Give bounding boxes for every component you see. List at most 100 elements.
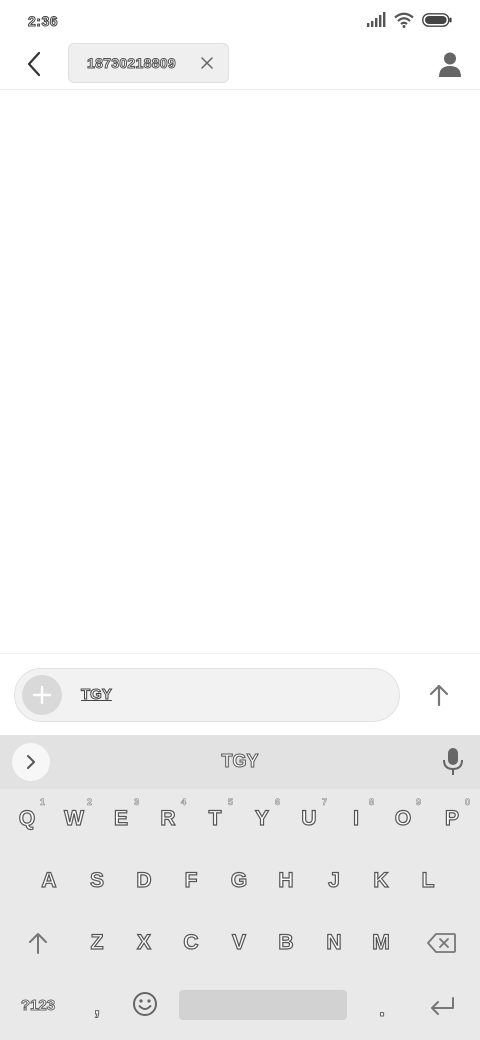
key-j[interactable]: J [314, 859, 354, 903]
arrow-up-icon [429, 684, 449, 707]
key-x[interactable]: X [124, 921, 164, 965]
emoji-icon [133, 992, 157, 1016]
key-label: G [230, 868, 248, 892]
key-u[interactable]: U7 [289, 797, 329, 841]
backspace-key[interactable] [420, 921, 464, 965]
key-label: L [421, 868, 435, 892]
key-hint: 1 [39, 797, 46, 808]
comma-key[interactable]: , [82, 985, 112, 1029]
chevron-left-icon [27, 51, 41, 77]
key-n[interactable]: N [314, 921, 354, 965]
status-time: 2:36 [27, 13, 59, 30]
key-a[interactable]: A [29, 859, 69, 903]
period-key-label: . [378, 996, 386, 1022]
key-label: X [136, 930, 151, 954]
suggestion-bar: TGY [0, 735, 480, 789]
key-t[interactable]: T5 [195, 797, 235, 841]
key-o[interactable]: O9 [383, 797, 423, 841]
key-label: E [113, 806, 128, 830]
send-button[interactable] [420, 676, 458, 714]
close-icon[interactable] [200, 56, 214, 70]
comma-key-label: , [93, 994, 101, 1020]
enter-icon [431, 997, 454, 1015]
key-e[interactable]: E3 [101, 797, 141, 841]
message-area [0, 91, 480, 653]
message-input[interactable]: TGY [14, 668, 400, 722]
key-hint: 3 [133, 797, 140, 808]
key-hint: 6 [274, 797, 281, 808]
key-label: T [208, 806, 222, 830]
key-label: Y [254, 806, 269, 830]
key-m[interactable]: M [361, 921, 401, 965]
key-label: O [394, 806, 412, 830]
recipient-chip[interactable]: 18730218809 [68, 43, 229, 83]
status-icons [366, 12, 452, 28]
status-bar: 2:36 [0, 0, 480, 42]
add-attachment-button[interactable] [22, 675, 62, 715]
key-label: K [373, 868, 389, 892]
backspace-icon [427, 933, 456, 953]
enter-key[interactable] [422, 987, 462, 1025]
plus-icon [32, 685, 52, 705]
key-hint: 9 [415, 797, 422, 808]
key-label: J [328, 868, 341, 892]
key-hint: 4 [180, 797, 187, 808]
message-text: TGY [81, 686, 113, 704]
key-label: V [231, 930, 246, 954]
key-r[interactable]: R4 [148, 797, 188, 841]
key-label: H [278, 868, 294, 892]
key-k[interactable]: K [361, 859, 401, 903]
compose-bar: TGY [0, 653, 480, 735]
key-label: S [89, 868, 104, 892]
battery-icon [422, 13, 452, 27]
key-s[interactable]: S [77, 859, 117, 903]
key-label: C [183, 930, 199, 954]
recipient-number: 18730218809 [87, 55, 177, 72]
space-key[interactable] [179, 990, 347, 1020]
key-label: Z [90, 930, 104, 954]
key-b[interactable]: B [266, 921, 306, 965]
microphone-icon[interactable] [440, 747, 466, 777]
key-z[interactable]: Z [77, 921, 117, 965]
key-hint: 5 [227, 797, 234, 808]
emoji-key[interactable] [126, 985, 164, 1023]
key-label: D [136, 868, 152, 892]
conversation-header: 18730218809 [0, 42, 480, 90]
key-label: U [301, 806, 317, 830]
key-label: N [326, 930, 342, 954]
key-w[interactable]: W2 [54, 797, 94, 841]
shift-key[interactable] [18, 921, 58, 965]
shift-arrow-icon [29, 933, 47, 954]
key-v[interactable]: V [219, 921, 259, 965]
key-g[interactable]: G [219, 859, 259, 903]
wifi-icon [394, 12, 414, 28]
key-p[interactable]: P0 [432, 797, 472, 841]
period-key[interactable]: . [366, 987, 398, 1031]
key-c[interactable]: C [171, 921, 211, 965]
key-label: B [278, 930, 294, 954]
symbols-key-label: ?123 [20, 996, 56, 1014]
key-q[interactable]: Q1 [7, 797, 47, 841]
key-hint: 7 [321, 797, 328, 808]
key-label: R [160, 806, 176, 830]
suggestion-word[interactable]: TGY [0, 751, 480, 772]
key-l[interactable]: L [408, 859, 448, 903]
key-label: Q [18, 806, 36, 830]
key-label: I [352, 806, 359, 830]
key-hint: 2 [86, 797, 93, 808]
key-label: W [63, 806, 84, 830]
key-i[interactable]: I8 [336, 797, 376, 841]
keyboard: TGY Q1 W2 E3 R4 T5 Y6 U7 I8 O9 P0 A S D … [0, 735, 480, 1040]
key-label: A [41, 868, 57, 892]
key-h[interactable]: H [266, 859, 306, 903]
symbols-key[interactable]: ?123 [10, 985, 66, 1025]
back-button[interactable] [18, 48, 50, 80]
key-label: P [444, 806, 459, 830]
contact-icon[interactable] [436, 50, 464, 78]
key-y[interactable]: Y6 [242, 797, 282, 841]
key-hint: 0 [464, 797, 471, 808]
key-d[interactable]: D [124, 859, 164, 903]
key-label: F [184, 868, 198, 892]
key-f[interactable]: F [171, 859, 211, 903]
key-label: M [372, 930, 391, 954]
